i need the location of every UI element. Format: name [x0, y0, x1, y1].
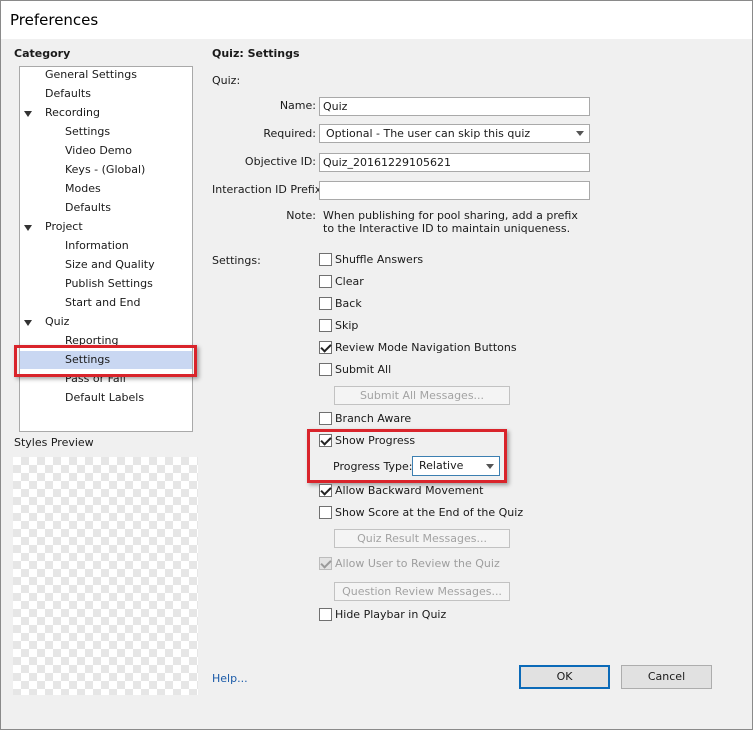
- tree-item-keys[interactable]: Keys - (Global): [65, 160, 145, 179]
- tree-item-start-and-end[interactable]: Start and End: [65, 293, 140, 312]
- tree-item-general-settings[interactable]: General Settings: [45, 65, 137, 84]
- highlight-box: [307, 429, 507, 483]
- required-select[interactable]: Optional - The user can skip this quiz: [319, 124, 590, 143]
- tree-item-recording[interactable]: Recording: [45, 103, 100, 122]
- styles-preview-label: Styles Preview: [14, 436, 94, 449]
- objective-id-field[interactable]: Quiz_20161229105621: [319, 153, 590, 172]
- submit-all-checkbox[interactable]: [319, 363, 332, 376]
- note-text-line2: to the Interactive ID to maintain unique…: [323, 222, 571, 235]
- name-label: Name:: [279, 99, 316, 112]
- review-mode-navigation-checkbox[interactable]: [319, 341, 332, 354]
- expand-arrow-icon[interactable]: [24, 320, 32, 326]
- hide-playbar-label: Hide Playbar in Quiz: [335, 608, 447, 621]
- required-select-value: Optional - The user can skip this quiz: [326, 127, 531, 140]
- question-review-messages-button[interactable]: Question Review Messages...: [334, 582, 510, 601]
- allow-backward-movement-label: Allow Backward Movement: [335, 484, 484, 497]
- skip-checkbox[interactable]: [319, 319, 332, 332]
- title-bar: Preferences: [1, 1, 752, 39]
- skip-label: Skip: [335, 319, 359, 332]
- review-mode-navigation-label: Review Mode Navigation Buttons: [335, 341, 517, 354]
- required-label: Required:: [263, 127, 316, 140]
- allow-user-review-label: Allow User to Review the Quiz: [335, 557, 500, 570]
- branch-aware-label: Branch Aware: [335, 412, 412, 425]
- settings-label: Settings:: [212, 254, 261, 267]
- interaction-id-prefix-field[interactable]: [319, 181, 590, 200]
- hide-playbar-checkbox[interactable]: [319, 608, 332, 621]
- tree-item-modes[interactable]: Modes: [65, 179, 101, 198]
- shuffle-answers-checkbox[interactable]: [319, 253, 332, 266]
- expand-arrow-icon[interactable]: [24, 225, 32, 231]
- tree-item-video-demo[interactable]: Video Demo: [65, 141, 132, 160]
- tree-item-size-and-quality[interactable]: Size and Quality: [65, 255, 155, 274]
- expand-arrow-icon[interactable]: [24, 111, 32, 117]
- allow-user-review-checkbox[interactable]: [319, 557, 332, 570]
- help-link[interactable]: Help...: [212, 672, 248, 685]
- branch-aware-checkbox[interactable]: [319, 412, 332, 425]
- note-text-line1: When publishing for pool sharing, add a …: [323, 209, 578, 222]
- objective-id-label: Objective ID:: [244, 155, 316, 168]
- quiz-result-messages-button[interactable]: Quiz Result Messages...: [334, 529, 510, 548]
- interaction-id-prefix-label: Interaction ID Prefix:: [212, 183, 326, 196]
- tree-item-recording-settings[interactable]: Settings: [65, 122, 110, 141]
- cancel-button[interactable]: Cancel: [621, 665, 712, 689]
- tree-item-recording-defaults[interactable]: Defaults: [65, 198, 111, 217]
- ok-button[interactable]: OK: [519, 665, 610, 689]
- tree-item-information[interactable]: Information: [65, 236, 129, 255]
- clear-checkbox[interactable]: [319, 275, 332, 288]
- chevron-down-icon: [576, 131, 584, 136]
- quiz-section-label: Quiz:: [212, 74, 241, 87]
- submit-all-label: Submit All: [335, 363, 392, 376]
- submit-all-messages-button[interactable]: Submit All Messages...: [334, 386, 510, 405]
- panel-title: Quiz: Settings: [212, 47, 300, 60]
- show-score-label: Show Score at the End of the Quiz: [335, 506, 524, 519]
- clear-label: Clear: [335, 275, 364, 288]
- back-label: Back: [335, 297, 362, 310]
- name-field[interactable]: Quiz: [319, 97, 590, 116]
- preferences-dialog: Preferences Category General Settings De…: [0, 0, 753, 730]
- styles-preview: [13, 457, 198, 695]
- category-header: Category: [14, 47, 71, 60]
- allow-backward-movement-checkbox[interactable]: [319, 484, 332, 497]
- back-checkbox[interactable]: [319, 297, 332, 310]
- tree-item-quiz[interactable]: Quiz: [45, 312, 69, 331]
- tree-item-default-labels[interactable]: Default Labels: [65, 388, 144, 407]
- tree-item-publish-settings[interactable]: Publish Settings: [65, 274, 153, 293]
- show-score-checkbox[interactable]: [319, 506, 332, 519]
- shuffle-answers-label: Shuffle Answers: [335, 253, 424, 266]
- highlight-box: [14, 345, 197, 377]
- window-title: Preferences: [10, 11, 99, 29]
- note-label: Note:: [286, 209, 316, 222]
- tree-item-defaults[interactable]: Defaults: [45, 84, 91, 103]
- tree-item-project[interactable]: Project: [45, 217, 83, 236]
